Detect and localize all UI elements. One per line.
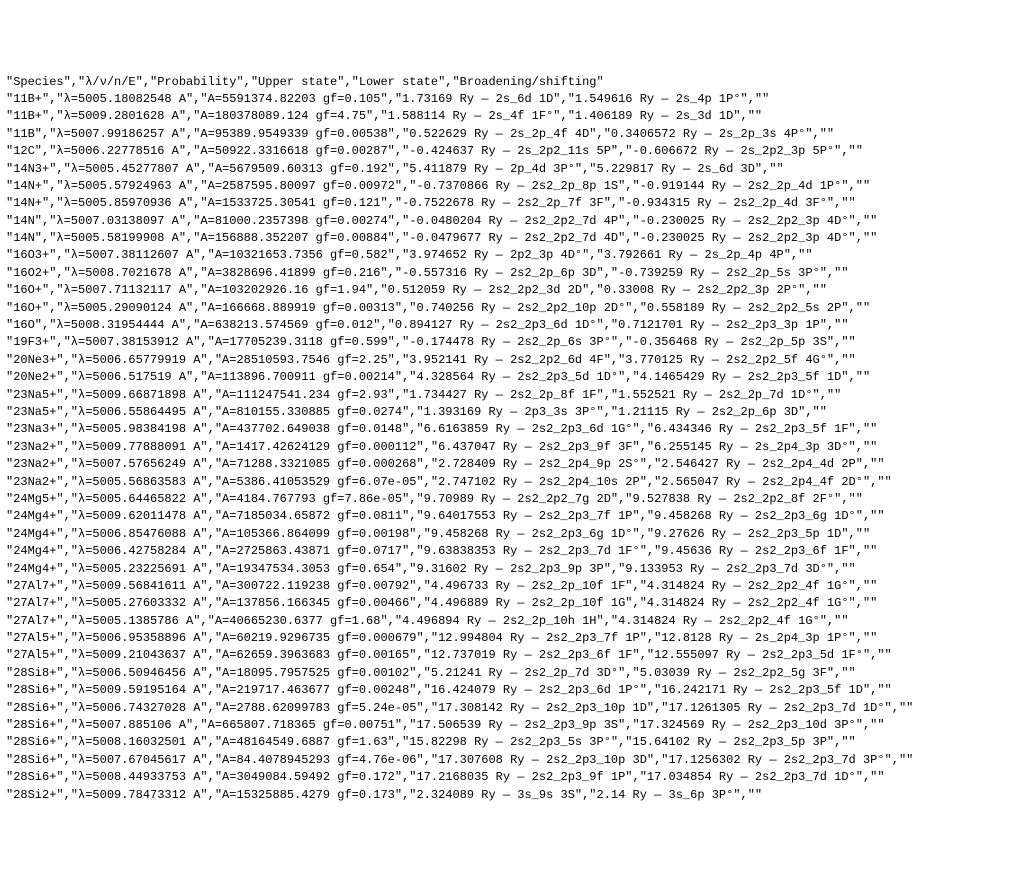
csv-text-dump: "Species","λ/ν/n/E","Probability","Upper… [0, 70, 1027, 808]
